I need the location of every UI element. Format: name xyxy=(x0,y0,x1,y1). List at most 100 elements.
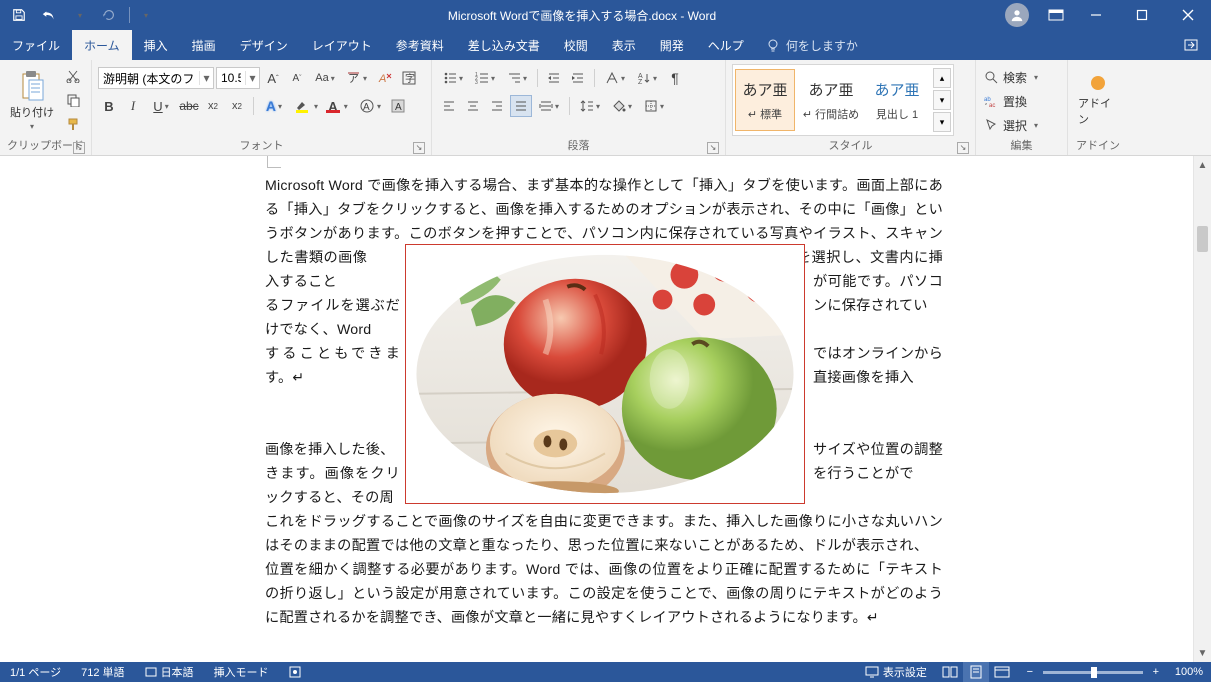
style-scroll-down[interactable]: ▾ xyxy=(933,90,951,110)
asian-layout-icon[interactable] xyxy=(600,67,630,89)
character-shading-icon[interactable]: A xyxy=(355,95,385,117)
align-center-icon[interactable] xyxy=(462,95,484,117)
status-macro[interactable] xyxy=(279,662,311,682)
view-print-layout[interactable] xyxy=(963,662,989,682)
increase-indent-icon[interactable] xyxy=(567,67,589,89)
style-expand[interactable]: ▾ xyxy=(933,112,951,132)
undo-dropdown[interactable] xyxy=(66,3,92,27)
superscript-button[interactable]: x2 xyxy=(226,95,248,117)
text-effects-icon[interactable]: A xyxy=(259,95,289,117)
character-border-icon[interactable]: A xyxy=(387,95,409,117)
decrease-indent-icon[interactable] xyxy=(543,67,565,89)
style-heading1[interactable]: あア亜見出し 1 xyxy=(867,69,927,131)
select-button[interactable]: 選択▾ xyxy=(982,115,1040,136)
find-button[interactable]: 検索▾ xyxy=(982,67,1040,88)
tab-draw[interactable]: 描画 xyxy=(180,30,228,60)
paragraph-launcher[interactable]: ↘ xyxy=(707,142,719,154)
addin-button[interactable]: アドイン xyxy=(1074,71,1122,129)
status-page[interactable]: 1/1 ページ xyxy=(0,662,71,682)
distributed-icon[interactable] xyxy=(534,95,564,117)
ribbon-display-options-icon[interactable] xyxy=(1039,0,1073,30)
zoom-in-button[interactable]: + xyxy=(1149,665,1163,679)
align-right-icon[interactable] xyxy=(486,95,508,117)
document-scroll[interactable]: Microsoft Word で画像を挿入する場合、まず基本的な操作として「挿入… xyxy=(0,156,1193,662)
share-button[interactable] xyxy=(1171,30,1211,60)
save-icon[interactable] xyxy=(6,3,32,27)
clear-formatting-icon[interactable]: A xyxy=(374,67,396,89)
multilevel-list-icon[interactable] xyxy=(502,67,532,89)
font-color-icon[interactable]: A xyxy=(323,95,353,117)
status-words[interactable]: 712 単語 xyxy=(71,662,134,682)
status-display-settings[interactable]: 表示設定 xyxy=(855,662,937,682)
close-button[interactable] xyxy=(1165,0,1211,30)
align-left-icon[interactable] xyxy=(438,95,460,117)
shading-icon[interactable] xyxy=(607,95,637,117)
styles-launcher[interactable]: ↘ xyxy=(957,142,969,154)
minimize-button[interactable] xyxy=(1073,0,1119,30)
scroll-up-icon[interactable]: ▲ xyxy=(1194,156,1211,174)
italic-button[interactable]: I xyxy=(122,95,144,117)
tab-help[interactable]: ヘルプ xyxy=(696,30,756,60)
redo-icon[interactable] xyxy=(96,3,122,27)
font-size-input[interactable] xyxy=(217,68,245,88)
qat-customize-dropdown[interactable] xyxy=(137,3,153,27)
chevron-down-icon[interactable]: ▾ xyxy=(199,71,213,85)
maximize-button[interactable] xyxy=(1119,0,1165,30)
tab-references[interactable]: 参考資料 xyxy=(384,30,456,60)
tab-home[interactable]: ホーム xyxy=(72,30,132,60)
cut-icon[interactable] xyxy=(62,65,84,87)
format-painter-icon[interactable] xyxy=(62,113,84,135)
subscript-button[interactable]: x2 xyxy=(202,95,224,117)
style-normal[interactable]: あア亜↵ 標準 xyxy=(735,69,795,131)
bold-button[interactable]: B xyxy=(98,95,120,117)
undo-icon[interactable] xyxy=(36,3,62,27)
strikethrough-button[interactable]: abc xyxy=(178,95,200,117)
clipboard-launcher[interactable]: ↘ xyxy=(73,142,85,154)
tab-insert[interactable]: 挿入 xyxy=(132,30,180,60)
tell-me[interactable]: 何をしますか xyxy=(756,30,868,60)
inserted-image[interactable] xyxy=(405,244,805,504)
status-insert-mode[interactable]: 挿入モード xyxy=(204,662,279,682)
tab-mailings[interactable]: 差し込み文書 xyxy=(456,30,552,60)
zoom-out-button[interactable]: − xyxy=(1023,665,1037,679)
phonetic-guide-icon[interactable]: ア xyxy=(342,67,372,89)
tab-review[interactable]: 校閲 xyxy=(552,30,600,60)
grow-font-icon[interactable]: Aˆ xyxy=(262,67,284,89)
zoom-slider[interactable] xyxy=(1043,671,1143,674)
font-size-combo[interactable]: ▾ xyxy=(216,67,260,89)
zoom-value[interactable]: 100% xyxy=(1169,666,1203,678)
font-name-combo[interactable]: ▾ xyxy=(98,67,214,89)
underline-button[interactable]: U xyxy=(146,95,176,117)
sort-icon[interactable]: AZ xyxy=(632,67,662,89)
tab-developer[interactable]: 開発 xyxy=(648,30,696,60)
tab-layout[interactable]: レイアウト xyxy=(300,30,384,60)
tab-file[interactable]: ファイル xyxy=(0,30,72,60)
copy-icon[interactable] xyxy=(62,89,84,111)
enclose-characters-icon[interactable]: 字 xyxy=(398,67,420,89)
style-scroll-up[interactable]: ▴ xyxy=(933,68,951,88)
scroll-track[interactable] xyxy=(1194,174,1211,644)
borders-icon[interactable] xyxy=(639,95,669,117)
numbering-icon[interactable]: 123 xyxy=(470,67,500,89)
shrink-font-icon[interactable]: Aˇ xyxy=(286,67,308,89)
view-web-layout[interactable] xyxy=(989,662,1015,682)
view-read-mode[interactable] xyxy=(937,662,963,682)
tab-design[interactable]: デザイン xyxy=(228,30,300,60)
tab-view[interactable]: 表示 xyxy=(600,30,648,60)
replace-button[interactable]: abac置換 xyxy=(982,91,1040,112)
account-avatar[interactable] xyxy=(1005,3,1029,27)
change-case-icon[interactable]: Aa xyxy=(310,67,340,89)
zoom-thumb[interactable] xyxy=(1091,667,1097,678)
status-language[interactable]: 日本語 xyxy=(135,662,204,682)
scroll-down-icon[interactable]: ▼ xyxy=(1194,644,1211,662)
line-spacing-icon[interactable] xyxy=(575,95,605,117)
vertical-scrollbar[interactable]: ▲ ▼ xyxy=(1193,156,1211,662)
show-marks-icon[interactable]: ¶ xyxy=(664,67,686,89)
highlight-icon[interactable] xyxy=(291,95,321,117)
paste-button[interactable]: 貼り付け ▾ xyxy=(6,68,58,133)
chevron-down-icon[interactable]: ▾ xyxy=(245,71,259,85)
style-no-spacing[interactable]: あア亜↵ 行間詰め xyxy=(801,69,861,131)
font-launcher[interactable]: ↘ xyxy=(413,142,425,154)
font-name-input[interactable] xyxy=(99,68,199,88)
scroll-thumb[interactable] xyxy=(1197,226,1208,252)
